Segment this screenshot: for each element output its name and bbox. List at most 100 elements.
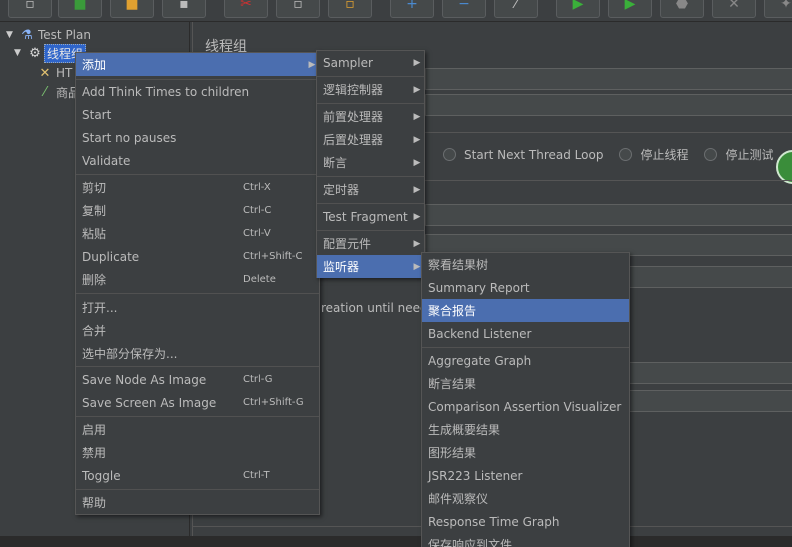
menu-item-aggregate-report[interactable]: 聚合报告 — [422, 299, 629, 322]
menu-item-disable[interactable]: 禁用 — [76, 441, 319, 464]
tools-icon: ✕ — [39, 65, 51, 81]
radio-start-next-loop[interactable]: Start Next Thread Loop — [443, 148, 603, 162]
flask-icon: ⚗ — [21, 27, 33, 43]
menu-item-start[interactable]: Start — [76, 103, 319, 126]
delay-thread-label: reation until neede — [321, 301, 435, 315]
menu-item-save-selection-as[interactable]: 选中部分保存为... — [76, 342, 319, 365]
menu-item-summary-report[interactable]: Summary Report — [422, 276, 629, 299]
menu-separator — [317, 230, 424, 231]
pipette-icon: ⁄ — [43, 84, 47, 100]
radio-label: 停止线程 — [640, 148, 689, 162]
threads-field[interactable] — [425, 204, 792, 226]
open-icon[interactable]: ■ — [110, 0, 154, 18]
radio-stop-test[interactable]: 停止测试 — [704, 146, 773, 163]
chevron-right-icon: ▶ — [413, 157, 421, 168]
chevron-down-icon[interactable]: ▼ — [14, 48, 26, 58]
menu-item-add[interactable]: 添加 ▶ — [76, 53, 319, 76]
menu-item-add-think-times[interactable]: Add Think Times to children — [76, 80, 319, 103]
paste-icon[interactable]: ▫ — [328, 0, 372, 18]
menu-item-assertion[interactable]: 断言 ▶ — [317, 151, 424, 174]
menu-item-save-responses-to-file[interactable]: 保存响应到文件 — [422, 533, 629, 547]
shutdown-icon[interactable]: ✕ — [712, 0, 756, 18]
menu-item-view-results-tree[interactable]: 察看结果树 — [422, 253, 629, 276]
radio-button[interactable] — [619, 148, 633, 161]
menu-item-help[interactable]: 帮助 — [76, 491, 319, 514]
chevron-right-icon: ▶ — [413, 111, 421, 122]
jmeter-window: ▫ ■ ■ ▪ ✂ ▫ ▫ + − ⁄ ▶ ▶ ⬣ ✕ ✦ ▼ ⚗ Test P… — [0, 0, 792, 547]
menu-item-delete[interactable]: 删除 Delete — [76, 268, 319, 291]
stop-icon[interactable]: ⬣ — [660, 0, 704, 18]
comment-field[interactable] — [425, 94, 792, 116]
menu-item-config-element[interactable]: 配置元件 ▶ — [317, 232, 424, 255]
menu-item-assertion-results[interactable]: 断言结果 — [422, 372, 629, 395]
menu-item-timer[interactable]: 定时器 ▶ — [317, 178, 424, 201]
menu-item-logic-controller[interactable]: 逻辑控制器 ▶ — [317, 78, 424, 101]
menu-item-save-node-as-image[interactable]: Save Node As Image Ctrl-G — [76, 368, 319, 391]
toggle-icon[interactable]: ⁄ — [494, 0, 538, 18]
menu-item-copy[interactable]: 复制 Ctrl-C — [76, 199, 319, 222]
collapse-icon[interactable]: − — [442, 0, 486, 18]
templates-icon[interactable]: ■ — [58, 0, 102, 18]
menu-item-test-fragment[interactable]: Test Fragment ▶ — [317, 205, 424, 228]
menu-item-open[interactable]: 打开... — [76, 296, 319, 319]
chevron-right-icon: ▶ — [413, 57, 421, 68]
menu-separator — [422, 347, 629, 348]
menu-item-validate[interactable]: Validate — [76, 149, 319, 172]
menu-item-sampler[interactable]: Sampler ▶ — [317, 51, 424, 74]
menu-item-generate-summary-results[interactable]: 生成概要结果 — [422, 418, 629, 441]
context-menu: 添加 ▶ Add Think Times to children Start St… — [75, 52, 320, 515]
radio-label: Start Next Thread Loop — [464, 147, 604, 162]
chevron-down-icon[interactable]: ▼ — [6, 30, 18, 40]
menu-item-comparison-assertion-visualizer[interactable]: Comparison Assertion Visualizer — [422, 395, 629, 418]
error-action-options: Start Next Thread Loop 停止线程 停止测试 — [443, 146, 789, 163]
tree-item-label: HT — [56, 66, 73, 80]
menu-item-aggregate-graph[interactable]: Aggregate Graph — [422, 349, 629, 372]
start-icon[interactable]: ▶ — [556, 0, 600, 18]
menu-item-paste[interactable]: 粘贴 Ctrl-V — [76, 222, 319, 245]
clear-icon[interactable]: ✦ — [764, 0, 792, 18]
menu-separator — [317, 203, 424, 204]
divider — [425, 180, 792, 181]
menu-separator — [76, 293, 319, 294]
expand-icon[interactable]: + — [390, 0, 434, 18]
menu-item-response-time-graph[interactable]: Response Time Graph — [422, 510, 629, 533]
menu-item-cut[interactable]: 剪切 Ctrl-X — [76, 176, 319, 199]
menu-item-listener[interactable]: 监听器 ▶ — [317, 255, 424, 278]
menu-item-graph-results[interactable]: 图形结果 — [422, 441, 629, 464]
add-submenu: Sampler ▶ 逻辑控制器 ▶ 前置处理器 ▶ 后置处理器 ▶ 断言 ▶ 定时器 ▶ T… — [316, 50, 425, 278]
menu-item-mailer-visualizer[interactable]: 邮件观察仪 — [422, 487, 629, 510]
radio-button[interactable] — [443, 148, 456, 161]
menu-item-duplicate[interactable]: Duplicate Ctrl+Shift-C — [76, 245, 319, 268]
tree-item-label: Test Plan — [38, 28, 91, 42]
menu-item-post-processor[interactable]: 后置处理器 ▶ — [317, 128, 424, 151]
menu-item-enable[interactable]: 启用 — [76, 418, 319, 441]
radio-button[interactable] — [704, 148, 718, 161]
menu-separator — [317, 76, 424, 77]
start-no-pause-icon[interactable]: ▶ — [608, 0, 652, 18]
tree-item-http-request[interactable]: ✕ HT — [36, 64, 74, 82]
menu-separator — [317, 176, 424, 177]
name-field[interactable] — [425, 68, 792, 90]
chevron-right-icon: ▶ — [413, 84, 421, 95]
copy-icon[interactable]: ▫ — [276, 0, 320, 18]
menu-item-save-screen-as-image[interactable]: Save Screen As Image Ctrl+Shift-G — [76, 391, 319, 414]
radio-stop-thread[interactable]: 停止线程 — [619, 146, 688, 163]
gear-icon: ⚙ — [29, 45, 41, 61]
tree-item-test-plan[interactable]: ▼ ⚗ Test Plan — [6, 26, 93, 44]
status-bar — [0, 536, 792, 547]
menu-separator — [76, 489, 319, 490]
menu-item-pre-processor[interactable]: 前置处理器 ▶ — [317, 105, 424, 128]
listener-submenu: 察看结果树 Summary Report 聚合报告 Backend Listen… — [421, 252, 630, 547]
cut-icon[interactable]: ✂ — [224, 0, 268, 18]
menu-item-toggle[interactable]: Toggle Ctrl-T — [76, 464, 319, 487]
divider — [425, 132, 792, 133]
menu-separator — [317, 103, 424, 104]
menu-separator — [76, 174, 319, 175]
menu-item-start-no-pauses[interactable]: Start no pauses — [76, 126, 319, 149]
menu-item-merge[interactable]: 合并 — [76, 319, 319, 342]
save-icon[interactable]: ▪ — [162, 0, 206, 18]
new-icon[interactable]: ▫ — [8, 0, 52, 18]
chevron-right-icon: ▶ — [413, 134, 421, 145]
menu-item-jsr223-listener[interactable]: JSR223 Listener — [422, 464, 629, 487]
menu-item-backend-listener[interactable]: Backend Listener — [422, 322, 629, 345]
